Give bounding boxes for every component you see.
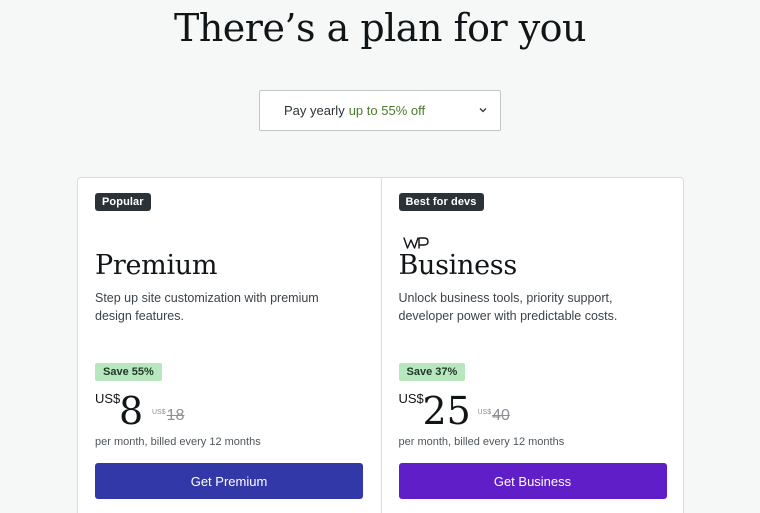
original-price: US$18: [152, 407, 184, 425]
price-currency: US$: [398, 391, 424, 406]
billing-period-label: Pay yearly: [284, 103, 345, 118]
chevron-down-icon: [479, 108, 487, 113]
original-price-currency: US$: [477, 409, 492, 416]
plan-description: Unlock business tools, priority support,…: [398, 291, 618, 323]
price-amount: 25: [422, 389, 471, 433]
plan-name: Business: [398, 250, 518, 281]
original-price: US$40: [478, 407, 510, 425]
plan-card-premium: Popular Premium Step up site customizati…: [78, 178, 381, 513]
plan-badge: Best for devs: [398, 193, 484, 211]
get-business-button[interactable]: Get Business: [398, 463, 667, 499]
price-amount: 8: [119, 389, 144, 433]
original-price-amount: 18: [166, 407, 185, 424]
wp-logo-icon: [402, 237, 429, 249]
original-price-amount: 40: [492, 407, 510, 424]
plan-name: Premium: [95, 250, 218, 281]
billing-discount-label: up to 55% off: [348, 103, 426, 118]
save-badge: Save 55%: [95, 363, 162, 381]
save-badge: Save 37%: [398, 363, 466, 381]
plan-description: Step up site customization with premium …: [95, 291, 319, 323]
billing-note: per month, billed every 12 months: [398, 436, 565, 448]
pricing-page: There’s a plan for you Pay yearly up to …: [0, 0, 760, 513]
plan-cards: Popular Premium Step up site customizati…: [77, 177, 684, 513]
page-title: There’s a plan for you: [173, 6, 587, 50]
billing-note: per month, billed every 12 months: [95, 436, 261, 448]
plan-card-business: Best for devs Business Unlock business t…: [380, 178, 684, 513]
price-currency: US$: [95, 391, 121, 406]
billing-period-select[interactable]: Pay yearly up to 55% off: [259, 90, 501, 131]
original-price-currency: US$: [152, 409, 166, 416]
plan-badge: Popular: [95, 193, 151, 211]
get-premium-button[interactable]: Get Premium: [95, 463, 363, 499]
